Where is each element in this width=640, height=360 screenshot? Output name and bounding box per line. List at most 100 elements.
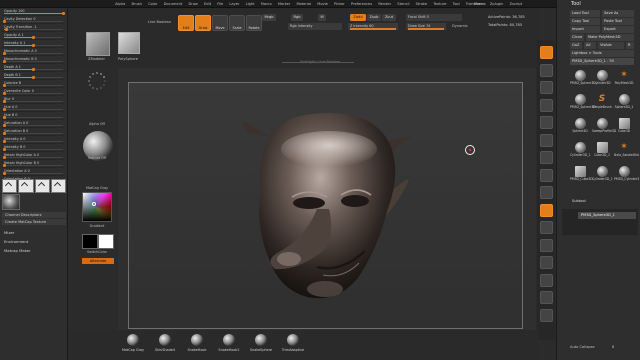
menu-item-movie[interactable]: Movie bbox=[314, 0, 331, 8]
auto-collapse-button[interactable]: Auto Collapse bbox=[570, 345, 595, 349]
material-slider[interactable]: Saturation B 0 bbox=[2, 128, 65, 136]
z-intensity-slider[interactable]: Z Intensity 60 bbox=[348, 23, 398, 30]
menu-item-layer[interactable]: Layer bbox=[226, 0, 242, 8]
nav-button-scroll[interactable] bbox=[540, 81, 553, 94]
dynamic-toggle[interactable]: Dynamic bbox=[452, 24, 468, 28]
nav-button-floor[interactable] bbox=[540, 168, 553, 182]
rgb-button[interactable]: Rgb bbox=[291, 14, 303, 21]
menu-item-file[interactable]: File bbox=[214, 0, 226, 8]
tool-thumb[interactable]: ✶ Nola_SandwithA bbox=[614, 142, 639, 158]
zmodeler-tool-icon[interactable] bbox=[86, 32, 110, 56]
m-button[interactable]: M bbox=[318, 14, 326, 21]
material-slider[interactable]: Cavity Transition -1 bbox=[2, 24, 65, 32]
material-slider-knob[interactable] bbox=[2, 99, 6, 103]
matcap-maker-item[interactable]: Matcap Maker bbox=[4, 248, 31, 254]
material-slider-knob[interactable] bbox=[2, 83, 6, 87]
draw-size-slider[interactable]: Draw Size 74 bbox=[406, 23, 446, 30]
menu-item-marker[interactable]: Marker bbox=[275, 0, 294, 8]
menu-item-alpha[interactable]: Alpha bbox=[112, 0, 128, 8]
tool-thumb[interactable]: Cube3D bbox=[614, 118, 634, 134]
create-matcap-button[interactable]: Create MatCap Texture bbox=[2, 219, 66, 225]
menu-item-stroke[interactable]: Stroke bbox=[413, 0, 431, 8]
goz-r-button[interactable]: R bbox=[626, 42, 634, 49]
swatch-4[interactable] bbox=[50, 179, 66, 193]
tool-thumb[interactable]: S SimpleBrush bbox=[592, 94, 612, 110]
channel-descriptors-button[interactable]: Channel Descriptors bbox=[2, 212, 66, 218]
material-slider-knob[interactable] bbox=[2, 171, 6, 175]
mixer-item[interactable]: Mixer bbox=[4, 230, 14, 236]
material-slider-knob[interactable] bbox=[32, 43, 35, 47]
menu-item-document[interactable]: Document bbox=[161, 0, 186, 8]
texture-off-label[interactable]: Texture Off bbox=[78, 156, 116, 160]
tool-thumb[interactable]: PM3D_Cylinder3 bbox=[614, 166, 639, 182]
scale-button[interactable]: Scale bbox=[229, 15, 245, 31]
3d-viewport[interactable] bbox=[128, 82, 523, 329]
material-slider-knob[interactable] bbox=[2, 155, 6, 159]
material-slider[interactable]: Cavity Detection 0 bbox=[2, 16, 65, 24]
menus-toggle[interactable]: Menus bbox=[474, 0, 486, 8]
tool-thumb[interactable]: PM3D_Sphere3D bbox=[570, 94, 596, 110]
material-slider[interactable]: Monochromatic B 0 bbox=[2, 56, 65, 64]
menu-item-preferences[interactable]: Preferences bbox=[348, 0, 375, 8]
tool-thumb[interactable]: PM3D_Cube3D bbox=[570, 166, 593, 182]
nav-button-local[interactable] bbox=[540, 186, 553, 199]
menu-item-draw[interactable]: Draw bbox=[185, 0, 201, 8]
material-slider-knob[interactable] bbox=[32, 35, 35, 39]
environment-item[interactable]: Environment bbox=[4, 239, 28, 245]
menu-item-stencil[interactable]: Stencil bbox=[394, 0, 412, 8]
subtool-item[interactable]: PM3D_Sphere3D_1 bbox=[578, 212, 636, 219]
polysphere-tool-icon[interactable] bbox=[118, 32, 140, 54]
draw-button[interactable]: Draw bbox=[195, 15, 211, 31]
menu-item-color[interactable]: Color bbox=[145, 0, 161, 8]
material-slider-knob[interactable] bbox=[5, 27, 9, 31]
menu-item-render[interactable]: Render bbox=[375, 0, 394, 8]
secondary-color-swatch[interactable] bbox=[98, 234, 114, 249]
material-slider[interactable]: Intensity A 0 bbox=[2, 136, 65, 144]
goz-button[interactable]: GoZ bbox=[570, 42, 582, 49]
menu-item-edit[interactable]: Edit bbox=[201, 0, 214, 8]
material-slider[interactable]: Intensity B 0 bbox=[2, 144, 65, 152]
material-slider[interactable]: Depth A 1 bbox=[2, 64, 65, 72]
tool-thumb[interactable]: Cylinder3D_1 bbox=[592, 166, 613, 182]
menu-item-texture[interactable]: Texture bbox=[430, 0, 449, 8]
move-button[interactable]: Move bbox=[212, 15, 228, 31]
nav-button-frame[interactable] bbox=[540, 203, 553, 217]
material-slider[interactable]: Retain HighColor B 0 bbox=[2, 160, 65, 168]
nav-button-spix-3[interactable] bbox=[540, 63, 553, 77]
menu-item-picker[interactable]: Picker bbox=[331, 0, 348, 8]
tool-thumb[interactable]: Sphere3D_1 bbox=[614, 94, 634, 110]
matcap-preview-thumb[interactable] bbox=[2, 194, 20, 210]
material-slider-knob[interactable] bbox=[2, 107, 6, 111]
edit-button[interactable]: Edit bbox=[178, 15, 194, 31]
material-slider-knob[interactable] bbox=[2, 91, 6, 95]
zadd-button[interactable]: Zadd bbox=[350, 14, 366, 21]
nav-button-zoom[interactable] bbox=[540, 98, 553, 112]
material-slider[interactable]: Monochromatic A 0 bbox=[2, 48, 65, 56]
material-slider-knob[interactable] bbox=[2, 139, 6, 143]
menu-item-zplugin[interactable]: Zplugin bbox=[487, 0, 507, 8]
tool-thumb[interactable]: Sphere3D bbox=[570, 118, 590, 134]
shelf-brush-item[interactable]: SnakeHook bbox=[182, 334, 212, 352]
mrgb-button[interactable]: Mrgb bbox=[262, 14, 276, 21]
switch-color-label[interactable]: SwitchColor bbox=[78, 250, 116, 254]
menu-item-brush[interactable]: Brush bbox=[128, 0, 145, 8]
matcap-gray-label[interactable]: MatCap Gray bbox=[78, 186, 116, 190]
shelf-brush-item[interactable]: SnakeHook2 bbox=[214, 334, 244, 352]
import-button[interactable]: Import bbox=[570, 26, 600, 33]
tool-thumb[interactable]: Cylinder3D bbox=[592, 70, 612, 86]
tool-thumb[interactable]: SweepProfile3D bbox=[592, 118, 616, 134]
nav-button-persp[interactable] bbox=[540, 151, 553, 164]
swatch-1[interactable] bbox=[2, 179, 18, 193]
nav-button-move[interactable] bbox=[540, 221, 553, 234]
alternate-button[interactable]: Alternate bbox=[82, 258, 114, 264]
goz-all-button[interactable]: All bbox=[584, 42, 596, 49]
shelf-brush-item[interactable]: SkinShade4 bbox=[150, 334, 180, 352]
color-picker[interactable] bbox=[82, 192, 112, 222]
material-slider[interactable]: Retain HighColor A 0 bbox=[2, 152, 65, 160]
material-slider-knob[interactable] bbox=[2, 59, 6, 63]
material-slider-knob[interactable] bbox=[2, 147, 6, 151]
material-slider-knob[interactable] bbox=[61, 11, 65, 15]
make-polymesh-button[interactable]: Make PolyMesh3D bbox=[586, 34, 634, 41]
zcut-button[interactable]: Zcut bbox=[382, 14, 396, 21]
material-slider-knob[interactable] bbox=[2, 19, 6, 23]
